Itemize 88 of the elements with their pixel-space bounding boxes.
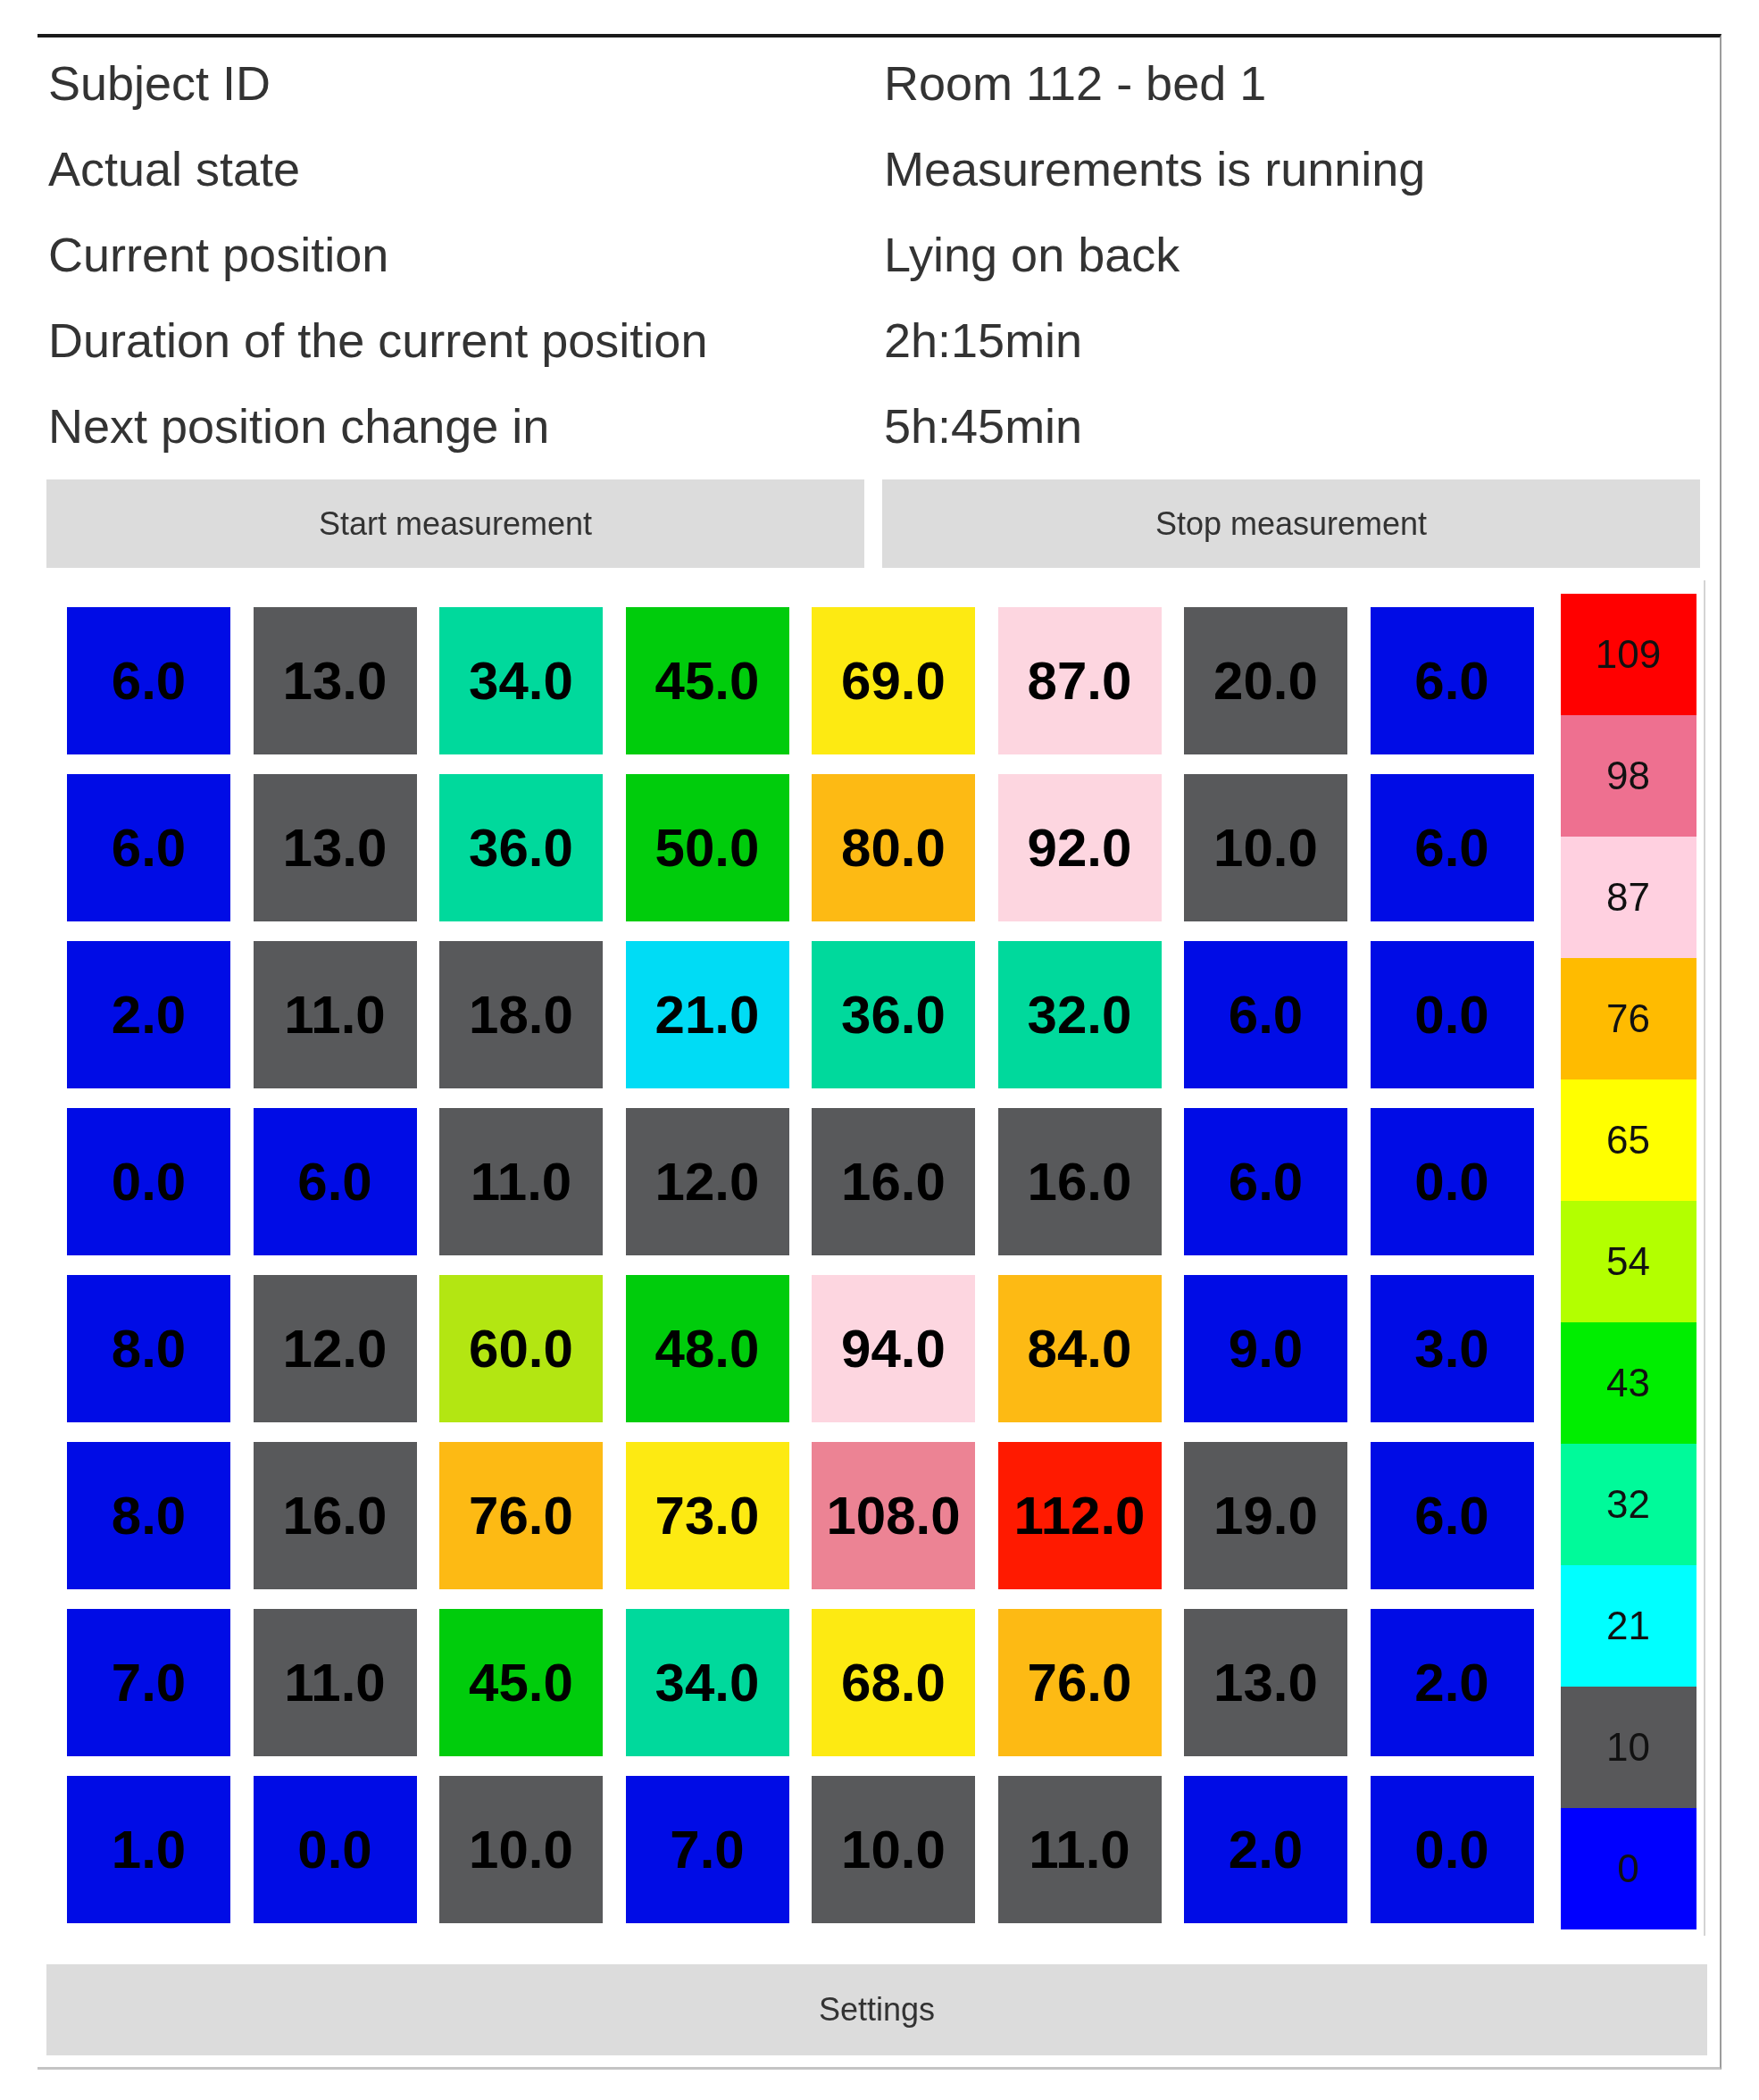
- pressure-cell: 6.0: [1184, 1108, 1347, 1255]
- pressure-cell: 1.0: [67, 1776, 230, 1923]
- pressure-cell: 16.0: [812, 1108, 975, 1255]
- pressure-cell: 9.0: [1184, 1275, 1347, 1422]
- pressure-cell: 13.0: [253, 774, 417, 921]
- pressure-cell: 16.0: [253, 1442, 417, 1589]
- pressure-cell: 0.0: [253, 1776, 417, 1923]
- pressure-cell: 6.0: [1370, 774, 1534, 921]
- pressure-cell: 112.0: [997, 1442, 1162, 1589]
- pressure-cell: 45.0: [625, 607, 789, 754]
- pressure-cell: 92.0: [997, 774, 1162, 921]
- pressure-cell: 34.0: [439, 607, 603, 754]
- field-value: Measurements is running: [884, 141, 1426, 197]
- pressure-cell: 0.0: [1370, 1108, 1534, 1255]
- pressure-cell: 36.0: [439, 774, 603, 921]
- pressure-cell: 11.0: [253, 941, 417, 1088]
- pressure-cell: 87.0: [997, 607, 1162, 754]
- field-label: Current position: [48, 227, 389, 283]
- color-scale-band: 43: [1560, 1322, 1696, 1444]
- color-scale-band: 32: [1560, 1444, 1696, 1565]
- pressure-cell: 10.0: [812, 1776, 975, 1923]
- pressure-cell: 6.0: [67, 607, 230, 754]
- pressure-cell: 12.0: [253, 1275, 417, 1422]
- pressure-cell: 32.0: [997, 941, 1162, 1088]
- pressure-cell: 11.0: [997, 1776, 1162, 1923]
- field-label: Actual state: [48, 141, 301, 197]
- pressure-cell: 6.0: [67, 774, 230, 921]
- pressure-cell: 2.0: [67, 941, 230, 1088]
- pressure-cell: 7.0: [625, 1776, 789, 1923]
- field-value: Lying on back: [884, 227, 1180, 283]
- pressure-cell: 10.0: [439, 1776, 603, 1923]
- pressure-cell: 18.0: [439, 941, 603, 1088]
- pressure-cell: 94.0: [812, 1275, 975, 1422]
- pressure-cell: 0.0: [1370, 941, 1534, 1088]
- pressure-cell: 34.0: [625, 1609, 789, 1756]
- pressure-cell: 76.0: [997, 1609, 1162, 1756]
- color-scale-band: 87: [1560, 837, 1696, 958]
- measurement-button[interactable]: Stop measurement: [882, 479, 1700, 568]
- pressure-cell: 6.0: [1370, 607, 1534, 754]
- pressure-cell: 7.0: [67, 1609, 230, 1756]
- field-label: Next position change in: [48, 398, 550, 454]
- pressure-cell: 11.0: [253, 1609, 417, 1756]
- pressure-cell: 84.0: [997, 1275, 1162, 1422]
- pressure-cell: 50.0: [625, 774, 789, 921]
- pressure-cell: 36.0: [812, 941, 975, 1088]
- pressure-cell: 16.0: [997, 1108, 1162, 1255]
- pressure-cell: 13.0: [1184, 1609, 1347, 1756]
- pressure-cell: 6.0: [253, 1108, 417, 1255]
- pressure-cell: 60.0: [439, 1275, 603, 1422]
- color-scale-band: 10: [1560, 1687, 1696, 1808]
- pressure-cell: 68.0: [812, 1609, 975, 1756]
- pressure-cell: 6.0: [1370, 1442, 1534, 1589]
- pressure-cell: 3.0: [1370, 1275, 1534, 1422]
- pressure-cell: 69.0: [812, 607, 975, 754]
- pressure-cell: 20.0: [1184, 607, 1347, 754]
- measurement-button[interactable]: Start measurement: [46, 479, 864, 568]
- field-label: Duration of the current position: [48, 312, 708, 369]
- color-scale-band: 0: [1560, 1808, 1696, 1929]
- pressure-cell: 8.0: [67, 1275, 230, 1422]
- pressure-cell: 13.0: [253, 607, 417, 754]
- field-value: 2h:15min: [884, 312, 1083, 369]
- pressure-cell: 0.0: [1370, 1776, 1534, 1923]
- color-scale-band: 109: [1560, 594, 1696, 715]
- pressure-cell: 45.0: [439, 1609, 603, 1756]
- pressure-cell: 48.0: [625, 1275, 789, 1422]
- pressure-cell: 80.0: [812, 774, 975, 921]
- color-scale-band: 76: [1560, 958, 1696, 1079]
- color-scale-band: 54: [1560, 1201, 1696, 1322]
- pressure-cell: 10.0: [1184, 774, 1347, 921]
- pressure-cell: 2.0: [1370, 1609, 1534, 1756]
- pressure-cell: 2.0: [1184, 1776, 1347, 1923]
- pressure-cell: 8.0: [67, 1442, 230, 1589]
- pressure-cell: 12.0: [625, 1108, 789, 1255]
- pressure-cell: 76.0: [439, 1442, 603, 1589]
- color-scale-band: 65: [1560, 1079, 1696, 1201]
- pressure-cell: 73.0: [625, 1442, 789, 1589]
- pressure-cell: 6.0: [1184, 941, 1347, 1088]
- pressure-cell: 21.0: [625, 941, 789, 1088]
- pressure-cell: 11.0: [439, 1108, 603, 1255]
- field-value: 5h:45min: [884, 398, 1083, 454]
- field-value: Room 112 - bed 1: [884, 55, 1267, 112]
- field-label: Subject ID: [48, 55, 271, 112]
- color-scale-band: 98: [1560, 715, 1696, 837]
- pressure-cell: 19.0: [1184, 1442, 1347, 1589]
- pressure-cell: 0.0: [67, 1108, 230, 1255]
- settings-button[interactable]: Settings: [46, 1964, 1707, 2055]
- pressure-cell: 108.0: [812, 1442, 975, 1589]
- color-scale-band: 21: [1560, 1565, 1696, 1687]
